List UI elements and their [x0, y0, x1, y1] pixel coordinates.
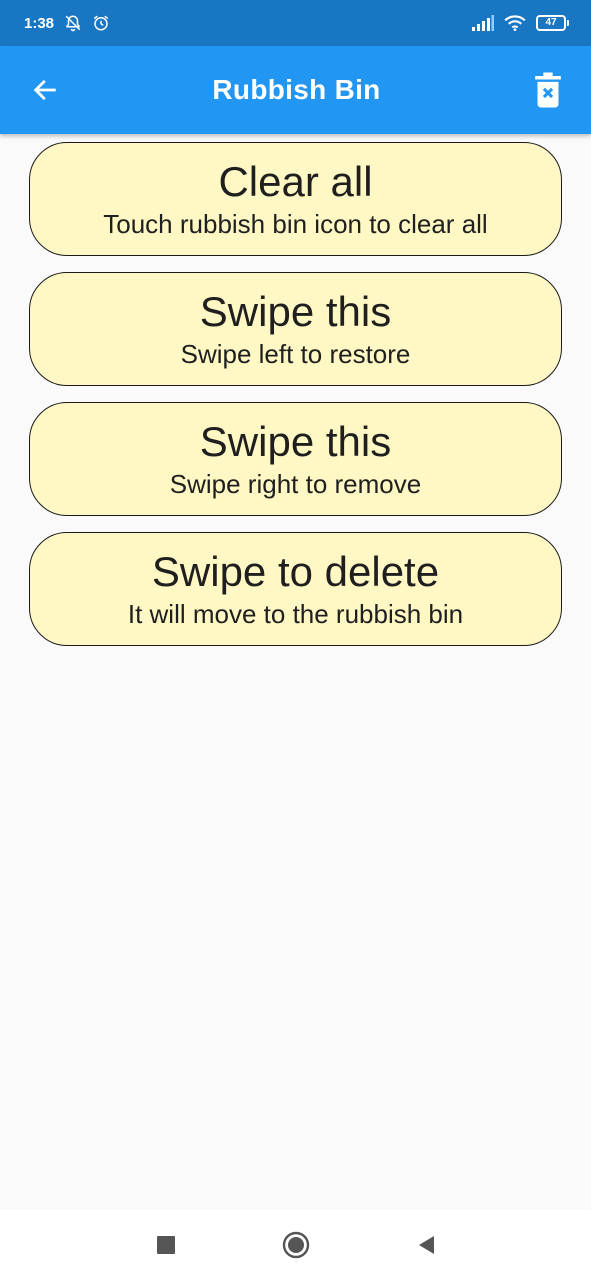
card-subtitle: Touch rubbish bin icon to clear all	[103, 208, 488, 239]
status-time: 1:38	[24, 14, 55, 32]
card-subtitle: Swipe left to restore	[180, 338, 411, 369]
status-bar: 1:38 47	[0, 0, 591, 46]
system-nav-bar	[0, 1210, 591, 1280]
card-subtitle: It will move to the rubbish bin	[127, 598, 464, 629]
card-swipe-to-delete[interactable]: Swipe to delete It will move to the rubb…	[29, 532, 562, 646]
page-title: Rubbish Bin	[212, 74, 381, 105]
alarm-icon	[92, 14, 110, 32]
card-swipe-left[interactable]: Swipe this Swipe left to restore	[29, 272, 562, 386]
card-title: Clear all	[218, 157, 373, 205]
battery-icon: 47	[536, 15, 569, 31]
delete-forever-icon[interactable]	[531, 70, 565, 110]
signal-icon	[472, 15, 494, 31]
bell-off-icon	[64, 14, 82, 32]
battery-tip	[567, 20, 569, 26]
battery-level: 47	[536, 15, 566, 31]
app-bar: Rubbish Bin	[0, 46, 591, 134]
card-title: Swipe this	[199, 417, 392, 465]
card-subtitle: Swipe right to remove	[169, 468, 422, 499]
status-right: 47	[472, 15, 569, 31]
recents-square-icon[interactable]	[149, 1228, 183, 1262]
home-circle-icon[interactable]	[279, 1228, 313, 1262]
back-triangle-icon[interactable]	[409, 1228, 443, 1262]
card-list: Clear all Touch rubbish bin icon to clea…	[29, 142, 562, 662]
card-clear-all[interactable]: Clear all Touch rubbish bin icon to clea…	[29, 142, 562, 256]
status-left: 1:38	[24, 14, 110, 32]
card-title: Swipe to delete	[151, 547, 440, 595]
card-swipe-right[interactable]: Swipe this Swipe right to remove	[29, 402, 562, 516]
card-title: Swipe this	[199, 287, 392, 335]
back-arrow-icon[interactable]	[28, 70, 62, 110]
wifi-icon	[504, 15, 526, 31]
